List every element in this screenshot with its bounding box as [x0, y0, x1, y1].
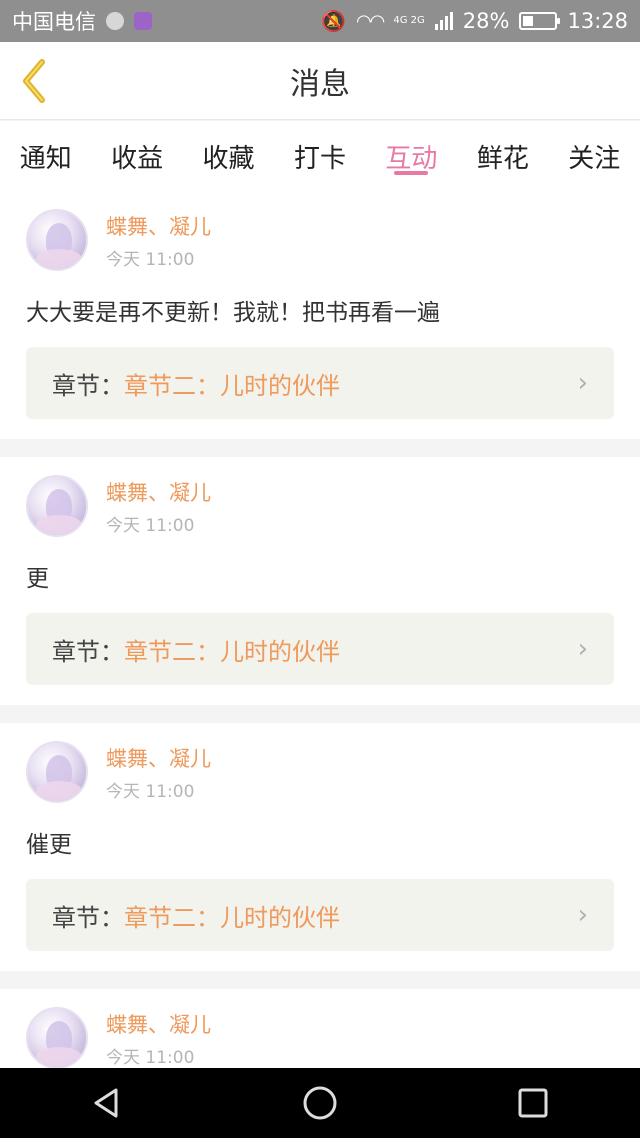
user-name[interactable]: 蝶舞、凝儿 [106, 1009, 211, 1039]
nav-back-button[interactable] [77, 1078, 137, 1128]
page-title: 消息 [290, 66, 350, 102]
tab-interaction[interactable]: 互动 [383, 121, 439, 191]
nav-home-button[interactable] [290, 1078, 350, 1128]
chevron-right-icon: › [577, 634, 588, 664]
tab-notice[interactable]: 通知 [18, 121, 74, 191]
triangle-back-icon [94, 1088, 118, 1118]
avatar[interactable] [26, 741, 88, 803]
message-card: 蝶舞、凝儿 今天 11:00 大大要是再不更新！我就！把书再看一遍 章节： 章节… [0, 191, 640, 439]
tab-flowers[interactable]: 鲜花 [475, 121, 531, 191]
user-name[interactable]: 蝶舞、凝儿 [106, 211, 211, 241]
tab-follow[interactable]: 关注 [566, 121, 622, 191]
comment-text: 更 [26, 566, 49, 592]
tab-checkin[interactable]: 打卡 [292, 121, 348, 191]
nav-recents-button[interactable] [503, 1078, 563, 1128]
comment-text: 大大要是再不更新！我就！把书再看一遍 [26, 300, 440, 326]
weibo-icon [106, 12, 124, 30]
timestamp: 今天 11:00 [106, 781, 195, 802]
message-list: 蝶舞、凝儿 今天 11:00 大大要是再不更新！我就！把书再看一遍 章节： 章节… [0, 191, 640, 1068]
message-card: 蝶舞、凝儿 今天 11:00 催更 章节： 章节二：儿时的伙伴 › [0, 723, 640, 971]
chapter-link[interactable]: 章节： 章节二：儿时的伙伴 › [26, 879, 614, 951]
tab-favorites[interactable]: 收藏 [201, 121, 257, 191]
timestamp: 今天 11:00 [106, 1047, 195, 1068]
avatar[interactable] [26, 209, 88, 271]
chapter-title: 章节二：儿时的伙伴 [124, 371, 340, 400]
back-button[interactable] [14, 56, 54, 106]
tab-earnings[interactable]: 收益 [109, 121, 165, 191]
clock: 13:28 [567, 9, 628, 33]
chevron-right-icon: › [577, 900, 588, 930]
battery-percent: 28% [462, 9, 510, 33]
circle-home-icon [303, 1086, 337, 1120]
timestamp: 今天 11:00 [106, 249, 195, 270]
chapter-link[interactable]: 章节： 章节二：儿时的伙伴 › [26, 613, 614, 685]
carrier-label: 中国电信 [12, 10, 96, 34]
chapter-label: 章节： [52, 903, 124, 932]
user-name[interactable]: 蝶舞、凝儿 [106, 477, 211, 507]
signal-icon [434, 12, 453, 30]
square-recents-icon [518, 1088, 548, 1118]
chapter-title: 章节二：儿时的伙伴 [124, 637, 340, 666]
chevron-left-icon [23, 59, 45, 103]
gallery-icon [134, 12, 152, 30]
timestamp: 今天 11:00 [106, 515, 195, 536]
chapter-link[interactable]: 章节： 章节二：儿时的伙伴 › [26, 347, 614, 419]
chevron-right-icon: › [577, 368, 588, 398]
system-nav-bar [0, 1068, 640, 1138]
chapter-title: 章节二：儿时的伙伴 [124, 903, 340, 932]
chapter-label: 章节： [52, 371, 124, 400]
message-card: 蝶舞、凝儿 今天 11:00 更 章节： 章节二：儿时的伙伴 › [0, 457, 640, 705]
status-bar: 中国电信 🔕 ◠◠ 4G 2G 28% 13:28 [0, 0, 640, 42]
avatar[interactable] [26, 475, 88, 537]
network-type: 4G 2G [393, 15, 425, 26]
app-header: 消息 [0, 42, 640, 120]
user-name[interactable]: 蝶舞、凝儿 [106, 743, 211, 773]
mute-icon: 🔕 [321, 9, 346, 33]
wifi-icon: ◠◠ [355, 10, 385, 32]
tab-bar: 通知 收益 收藏 打卡 互动 鲜花 关注 [0, 121, 640, 191]
avatar[interactable] [26, 1007, 88, 1068]
battery-icon [519, 12, 561, 30]
chapter-label: 章节： [52, 637, 124, 666]
comment-text: 催更 [26, 832, 72, 858]
message-card: 蝶舞、凝儿 今天 11:00 [0, 989, 640, 1068]
